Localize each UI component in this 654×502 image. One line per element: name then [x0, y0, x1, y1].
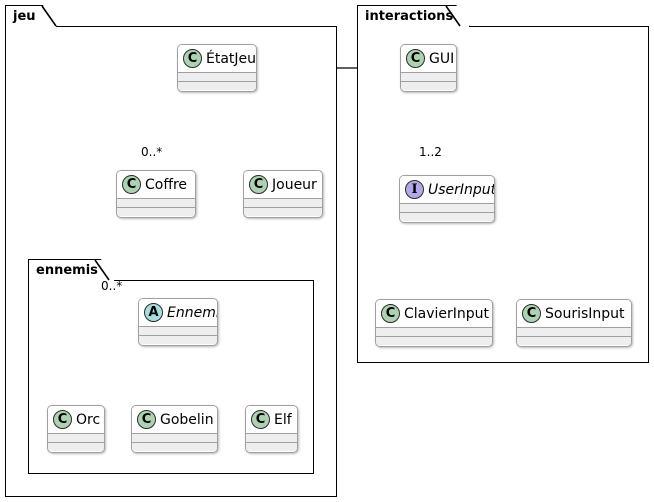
class-stereotype-icon: C	[522, 304, 541, 323]
class-joueur-methods	[244, 207, 322, 216]
class-coffre[interactable]: C Coffre	[116, 170, 196, 218]
class-userinput[interactable]: I UserInput	[399, 175, 495, 223]
class-orc-attributes	[48, 433, 104, 442]
class-ennemi-name: Ennemi	[167, 304, 218, 321]
abstract-stereotype-icon: A	[144, 303, 163, 322]
class-clavierinput-name: ClavierInput	[404, 305, 490, 322]
class-etatjeu-methods	[178, 81, 256, 90]
interface-stereotype-icon: I	[405, 180, 424, 199]
class-userinput-name: UserInput	[428, 181, 495, 198]
package-ennemis-tab: ennemis	[28, 259, 115, 281]
class-coffre-header: C Coffre	[117, 171, 195, 198]
class-sourisinput-header: C SourisInput	[517, 300, 631, 327]
class-stereotype-icon: C	[249, 175, 268, 194]
class-stereotype-icon: C	[251, 410, 270, 429]
class-ennemi[interactable]: A Ennemi	[138, 298, 218, 346]
class-clavierinput-methods	[376, 336, 492, 345]
class-coffre-name: Coffre	[145, 176, 188, 193]
class-userinput-header: I UserInput	[400, 176, 494, 203]
class-orc-methods	[48, 442, 104, 451]
class-gui[interactable]: C GUI	[400, 44, 457, 92]
multiplicity-etatjeu-coffre: 0..*	[141, 145, 163, 159]
package-jeu-tab: jeu	[5, 5, 57, 27]
class-gui-header: C GUI	[401, 45, 456, 72]
class-elf-header: C Elf	[246, 406, 297, 433]
class-etatjeu-header: C ÉtatJeu	[178, 45, 256, 72]
class-joueur-name: Joueur	[272, 176, 317, 193]
class-joueur-header: C Joueur	[244, 171, 322, 198]
class-clavierinput-header: C ClavierInput	[376, 300, 492, 327]
class-elf-attributes	[246, 433, 297, 442]
class-gui-methods	[401, 81, 456, 90]
class-clavierinput[interactable]: C ClavierInput	[375, 299, 493, 347]
class-gobelin-name: Gobelin	[160, 411, 214, 428]
class-stereotype-icon: C	[183, 49, 202, 68]
class-sourisinput-methods	[517, 336, 631, 345]
class-orc-header: C Orc	[48, 406, 104, 433]
class-gobelin-methods	[132, 442, 217, 451]
class-gobelin[interactable]: C Gobelin	[131, 405, 218, 453]
class-stereotype-icon: C	[406, 49, 425, 68]
class-elf-name: Elf	[274, 411, 292, 428]
class-stereotype-icon: C	[122, 175, 141, 194]
package-interactions-tab: interactions	[357, 5, 470, 27]
class-ennemi-header: A Ennemi	[139, 299, 217, 326]
class-sourisinput-attributes	[517, 327, 631, 336]
class-gui-name: GUI	[429, 50, 455, 67]
multiplicity-etatjeu-ennemi: 0..*	[101, 279, 123, 293]
class-etatjeu[interactable]: C ÉtatJeu	[177, 44, 257, 92]
class-joueur-attributes	[244, 198, 322, 207]
class-stereotype-icon: C	[381, 304, 400, 323]
class-clavierinput-attributes	[376, 327, 492, 336]
class-coffre-attributes	[117, 198, 195, 207]
class-stereotype-icon: C	[137, 410, 156, 429]
class-elf[interactable]: C Elf	[245, 405, 298, 453]
class-etatjeu-attributes	[178, 72, 256, 81]
class-sourisinput[interactable]: C SourisInput	[516, 299, 632, 347]
multiplicity-gui-userinput: 1..2	[419, 145, 442, 159]
class-ennemi-methods	[139, 335, 217, 344]
class-userinput-attributes	[400, 203, 494, 212]
class-gobelin-header: C Gobelin	[132, 406, 217, 433]
class-sourisinput-name: SourisInput	[545, 305, 625, 322]
class-elf-methods	[246, 442, 297, 451]
class-stereotype-icon: C	[53, 410, 72, 429]
class-coffre-methods	[117, 207, 195, 216]
class-gui-attributes	[401, 72, 456, 81]
class-etatjeu-name: ÉtatJeu	[206, 50, 257, 67]
class-joueur[interactable]: C Joueur	[243, 170, 323, 218]
class-gobelin-attributes	[132, 433, 217, 442]
class-orc[interactable]: C Orc	[47, 405, 105, 453]
class-orc-name: Orc	[76, 411, 101, 428]
uml-class-diagram: Ennemi : composition 0..* --> Coffre : c…	[0, 0, 654, 502]
class-ennemi-attributes	[139, 326, 217, 335]
class-userinput-methods	[400, 212, 494, 221]
